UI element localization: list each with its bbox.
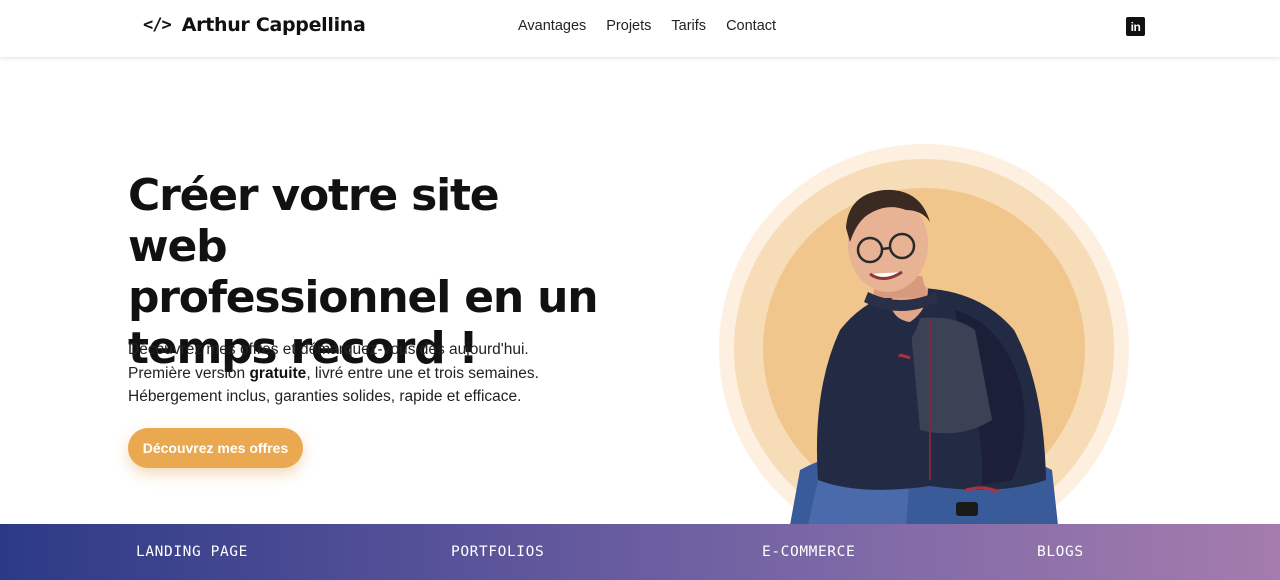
hero-desc-line-3: Hébergement inclus, garanties solides, r… [128,388,522,405]
discover-offers-button[interactable]: Découvrez mes offres [128,428,303,468]
site-header: </> Arthur Cappellina Avantages Projets … [0,0,1280,57]
category-landing-page[interactable]: LANDING PAGE [136,544,248,560]
linkedin-icon[interactable]: in [1126,17,1145,36]
category-e-commerce[interactable]: E-COMMERCE [762,544,855,560]
hero-desc-line-1: Découvrez mes offres et démarquez-vous d… [128,341,529,358]
hero-desc-bold: gratuite [249,364,307,382]
categories-band: LANDING PAGE PORTFOLIOS E-COMMERCE BLOGS [0,524,1280,580]
nav-link-projets[interactable]: Projets [606,18,651,34]
category-portfolios[interactable]: PORTFOLIOS [451,544,544,560]
nav-link-contact[interactable]: Contact [726,18,776,34]
main-nav: Avantages Projets Tarifs Contact [518,18,776,34]
brand[interactable]: </> Arthur Cappellina [143,14,366,36]
hero-desc-line-2-after: , livré entre une et trois semaines. [306,364,539,382]
code-icon: </> [143,15,172,35]
hero-title-line-1: Créer votre site web [128,170,500,272]
category-blogs[interactable]: BLOGS [1037,544,1084,560]
hero-title-line-2: professionnel en un [128,272,599,323]
nav-link-tarifs[interactable]: Tarifs [671,18,706,34]
hero-desc-line-2-before: Première version [128,364,250,382]
brand-name[interactable]: Arthur Cappellina [182,14,366,36]
portrait-photo [790,189,1058,525]
nav-link-avantages[interactable]: Avantages [518,18,586,34]
hero-description: Découvrez mes offres et démarquez-vous d… [128,338,568,409]
